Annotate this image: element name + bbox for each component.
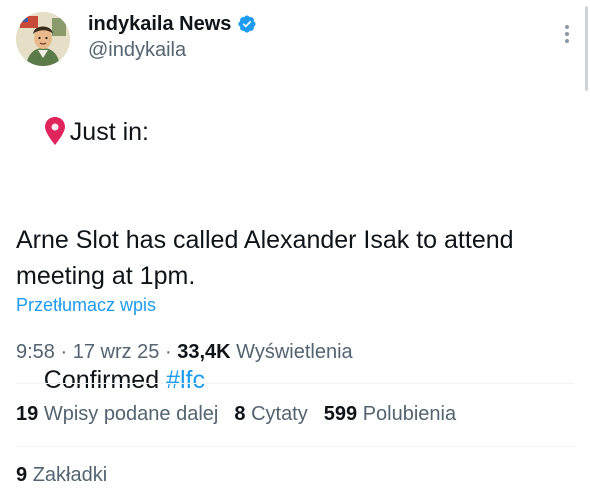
author-handle[interactable]: @indykaila xyxy=(88,38,186,62)
reposts-label: Wpisy podane dalej xyxy=(43,403,219,425)
scrollbar[interactable] xyxy=(585,6,588,91)
bookmarks-count: 9 xyxy=(16,464,28,486)
more-vertical-icon[interactable] xyxy=(562,22,572,46)
meta-separator: · xyxy=(54,341,73,363)
tweet-header: indykaila News @indykaila xyxy=(16,10,574,68)
reposts-count: 19 xyxy=(16,403,39,425)
bookmarks-label: Zakładki xyxy=(32,464,108,486)
avatar[interactable] xyxy=(16,12,70,66)
tweet-text: Just in: Arne Slot has called Alexander … xyxy=(16,78,574,434)
translate-post-link[interactable]: Przetłumacz wpis xyxy=(16,295,156,316)
tweet-line-1: Just in: xyxy=(16,78,574,186)
divider xyxy=(16,446,574,447)
views-label: Wyświetlenia xyxy=(236,341,353,363)
tweet-line-1-text: Just in: xyxy=(69,118,149,146)
tweet-line-2: Arne Slot has called Alexander Isak to a… xyxy=(16,226,514,254)
author-name-row[interactable]: indykaila News xyxy=(88,12,257,36)
tweet-time[interactable]: 9:58 xyxy=(16,341,55,363)
quotes-label: Cytaty xyxy=(251,403,308,425)
reposts-stat[interactable]: 19 Wpisy podane dalej xyxy=(16,403,218,426)
pin-icon xyxy=(44,117,65,145)
engagement-stats: 19 Wpisy podane dalej 8 Cytaty 599 Polub… xyxy=(16,403,456,426)
verified-badge-icon xyxy=(238,15,256,33)
avatar-illustration xyxy=(16,12,70,66)
likes-count: 599 xyxy=(323,403,358,425)
tweet-meta: 9:58 · 17 wrz 25 · 33,4K Wyświetlenia xyxy=(16,341,353,364)
likes-label: Polubienia xyxy=(362,403,457,425)
views-count: 33,4K xyxy=(177,341,231,363)
quotes-count: 8 xyxy=(234,403,246,425)
meta-separator: · xyxy=(159,341,178,363)
quotes-stat[interactable]: 8 Cytaty xyxy=(234,403,307,426)
tweet-date[interactable]: 17 wrz 25 xyxy=(73,341,160,363)
tweet-line-3: meeting at 1pm. xyxy=(16,262,196,290)
divider xyxy=(16,383,574,384)
bookmarks-stat[interactable]: 9 Zakładki xyxy=(16,464,107,487)
tweet-line-4-text: Confirmed xyxy=(43,366,167,394)
hashtag-link[interactable]: #lfc xyxy=(166,366,205,394)
likes-stat[interactable]: 599 Polubienia xyxy=(324,403,456,426)
display-name[interactable]: indykaila News xyxy=(88,12,231,36)
